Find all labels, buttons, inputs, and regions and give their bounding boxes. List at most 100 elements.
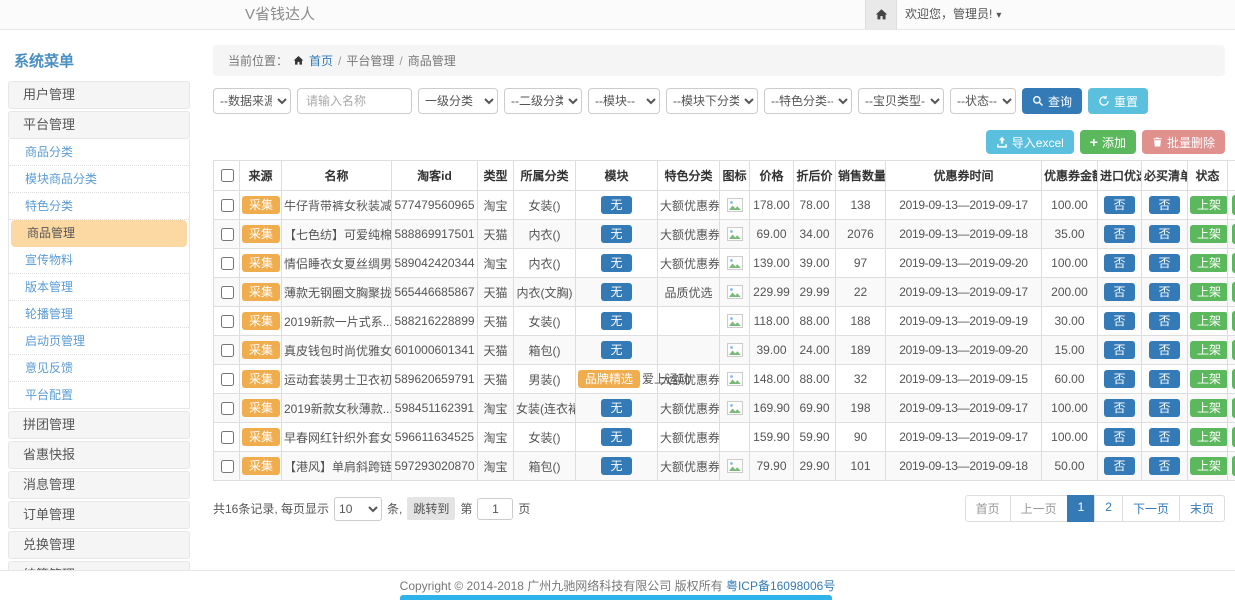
row-checkbox[interactable] [221, 402, 234, 415]
edit-button[interactable] [1232, 311, 1235, 331]
filter-select-item-type[interactable]: --宝贝类型-- [858, 88, 944, 114]
sidebar-item-1-2[interactable]: 特色分类 [9, 193, 189, 220]
sidebar-item-1-3[interactable]: 商品管理 [11, 220, 187, 247]
must-buy-toggle[interactable]: 否 [1149, 225, 1179, 243]
status-button[interactable]: 上架 [1190, 196, 1228, 214]
must-buy-toggle[interactable]: 否 [1149, 254, 1179, 272]
edit-button[interactable] [1232, 282, 1235, 302]
status-button[interactable]: 上架 [1190, 399, 1228, 417]
module-badge[interactable]: 无 [601, 428, 631, 446]
must-buy-toggle[interactable]: 否 [1149, 283, 1179, 301]
page-last[interactable]: 末页 [1179, 495, 1225, 522]
sidebar-item-1-1[interactable]: 模块商品分类 [9, 166, 189, 193]
filter-select-module[interactable]: --模块-- [588, 88, 660, 114]
edit-button[interactable] [1232, 195, 1235, 215]
sidebar-item-1-8[interactable]: 意见反馈 [9, 355, 189, 382]
row-checkbox[interactable] [221, 460, 234, 473]
edit-button[interactable] [1232, 340, 1235, 360]
reset-button[interactable]: 重置 [1088, 88, 1148, 114]
page-prev[interactable]: 上一页 [1010, 495, 1068, 522]
row-checkbox[interactable] [221, 315, 234, 328]
status-button[interactable]: 上架 [1190, 283, 1228, 301]
status-button[interactable]: 上架 [1190, 312, 1228, 330]
page-1[interactable]: 1 [1067, 495, 1096, 522]
row-checkbox[interactable] [221, 344, 234, 357]
import-select-toggle[interactable]: 否 [1104, 399, 1134, 417]
edit-button[interactable] [1232, 224, 1235, 244]
import-select-toggle[interactable]: 否 [1104, 283, 1134, 301]
import-select-toggle[interactable]: 否 [1104, 370, 1134, 388]
filter-select-status[interactable]: --状态-- [950, 88, 1016, 114]
sidebar-group-2[interactable]: 拼团管理 [8, 411, 190, 439]
module-badge[interactable]: 无 [601, 283, 631, 301]
status-button[interactable]: 上架 [1190, 254, 1228, 272]
edit-button[interactable] [1232, 456, 1235, 476]
status-button[interactable]: 上架 [1190, 370, 1228, 388]
sidebar-item-1-7[interactable]: 启动页管理 [9, 328, 189, 355]
row-checkbox[interactable] [221, 431, 234, 444]
status-button[interactable]: 上架 [1190, 341, 1228, 359]
sidebar-group-3[interactable]: 省惠快报 [8, 441, 190, 469]
edit-button[interactable] [1232, 398, 1235, 418]
must-buy-toggle[interactable]: 否 [1149, 196, 1179, 214]
jump-page-input[interactable] [477, 498, 513, 520]
add-button[interactable]: + 添加 [1080, 130, 1136, 154]
sidebar-item-1-4[interactable]: 宣传物料 [9, 247, 189, 274]
import-select-toggle[interactable]: 否 [1104, 341, 1134, 359]
filter-select-level1-category[interactable]: 一级分类 [418, 88, 498, 114]
row-checkbox[interactable] [221, 199, 234, 212]
sidebar-item-1-5[interactable]: 版本管理 [9, 274, 189, 301]
sidebar-group-5[interactable]: 订单管理 [8, 501, 190, 529]
must-buy-toggle[interactable]: 否 [1149, 370, 1179, 388]
must-buy-toggle[interactable]: 否 [1149, 399, 1179, 417]
per-page-select[interactable]: 10 [334, 497, 382, 521]
page-next[interactable]: 下一页 [1122, 495, 1180, 522]
status-button[interactable]: 上架 [1190, 428, 1228, 446]
sidebar-item-1-0[interactable]: 商品分类 [9, 139, 189, 166]
module-badge[interactable]: 无 [601, 399, 631, 417]
module-badge[interactable]: 无 [601, 254, 631, 272]
select-all-checkbox[interactable] [221, 169, 234, 182]
filter-select-feature-category[interactable]: --特色分类-- [764, 88, 852, 114]
import-select-toggle[interactable]: 否 [1104, 428, 1134, 446]
row-checkbox[interactable] [221, 257, 234, 270]
edit-button[interactable] [1232, 369, 1235, 389]
must-buy-toggle[interactable]: 否 [1149, 312, 1179, 330]
batch-delete-button[interactable]: 批量删除 [1142, 130, 1225, 154]
edit-button[interactable] [1232, 253, 1235, 273]
module-badge[interactable]: 无 [601, 341, 631, 359]
sidebar-group-6[interactable]: 兑换管理 [8, 531, 190, 559]
must-buy-toggle[interactable]: 否 [1149, 428, 1179, 446]
row-checkbox[interactable] [221, 228, 234, 241]
import-select-toggle[interactable]: 否 [1104, 254, 1134, 272]
import-select-toggle[interactable]: 否 [1104, 457, 1134, 475]
sidebar-item-1-6[interactable]: 轮播管理 [9, 301, 189, 328]
user-menu[interactable]: 欢迎您，管理员!▾ [905, 0, 1001, 30]
breadcrumb-home-link[interactable]: 首页 [309, 52, 333, 69]
module-badge[interactable]: 无 [601, 196, 631, 214]
search-button[interactable]: 查询 [1022, 88, 1082, 114]
sidebar-group-0[interactable]: 用户管理 [8, 81, 190, 109]
page-first[interactable]: 首页 [965, 495, 1011, 522]
sidebar-group-4[interactable]: 消息管理 [8, 471, 190, 499]
sidebar-item-1-9[interactable]: 平台配置 [9, 382, 189, 408]
must-buy-toggle[interactable]: 否 [1149, 457, 1179, 475]
icp-link[interactable]: 粤ICP备16098006号 [726, 579, 835, 593]
filter-select-data-source[interactable]: --数据来源-- [213, 88, 291, 114]
sidebar-group-1[interactable]: 平台管理 [8, 111, 190, 139]
row-checkbox[interactable] [221, 286, 234, 299]
module-badge[interactable]: 无 [601, 312, 631, 330]
must-buy-toggle[interactable]: 否 [1149, 341, 1179, 359]
status-button[interactable]: 上架 [1190, 457, 1228, 475]
name-search-input[interactable] [297, 88, 412, 114]
import-select-toggle[interactable]: 否 [1104, 225, 1134, 243]
status-button[interactable]: 上架 [1190, 225, 1228, 243]
import-excel-button[interactable]: 导入excel [986, 130, 1074, 154]
filter-select-level2-category[interactable]: --二级分类-- [504, 88, 582, 114]
edit-button[interactable] [1232, 427, 1235, 447]
page-2[interactable]: 2 [1094, 495, 1123, 522]
module-badge[interactable]: 无 [601, 225, 631, 243]
module-badge[interactable]: 无 [601, 457, 631, 475]
row-checkbox[interactable] [221, 373, 234, 386]
import-select-toggle[interactable]: 否 [1104, 312, 1134, 330]
